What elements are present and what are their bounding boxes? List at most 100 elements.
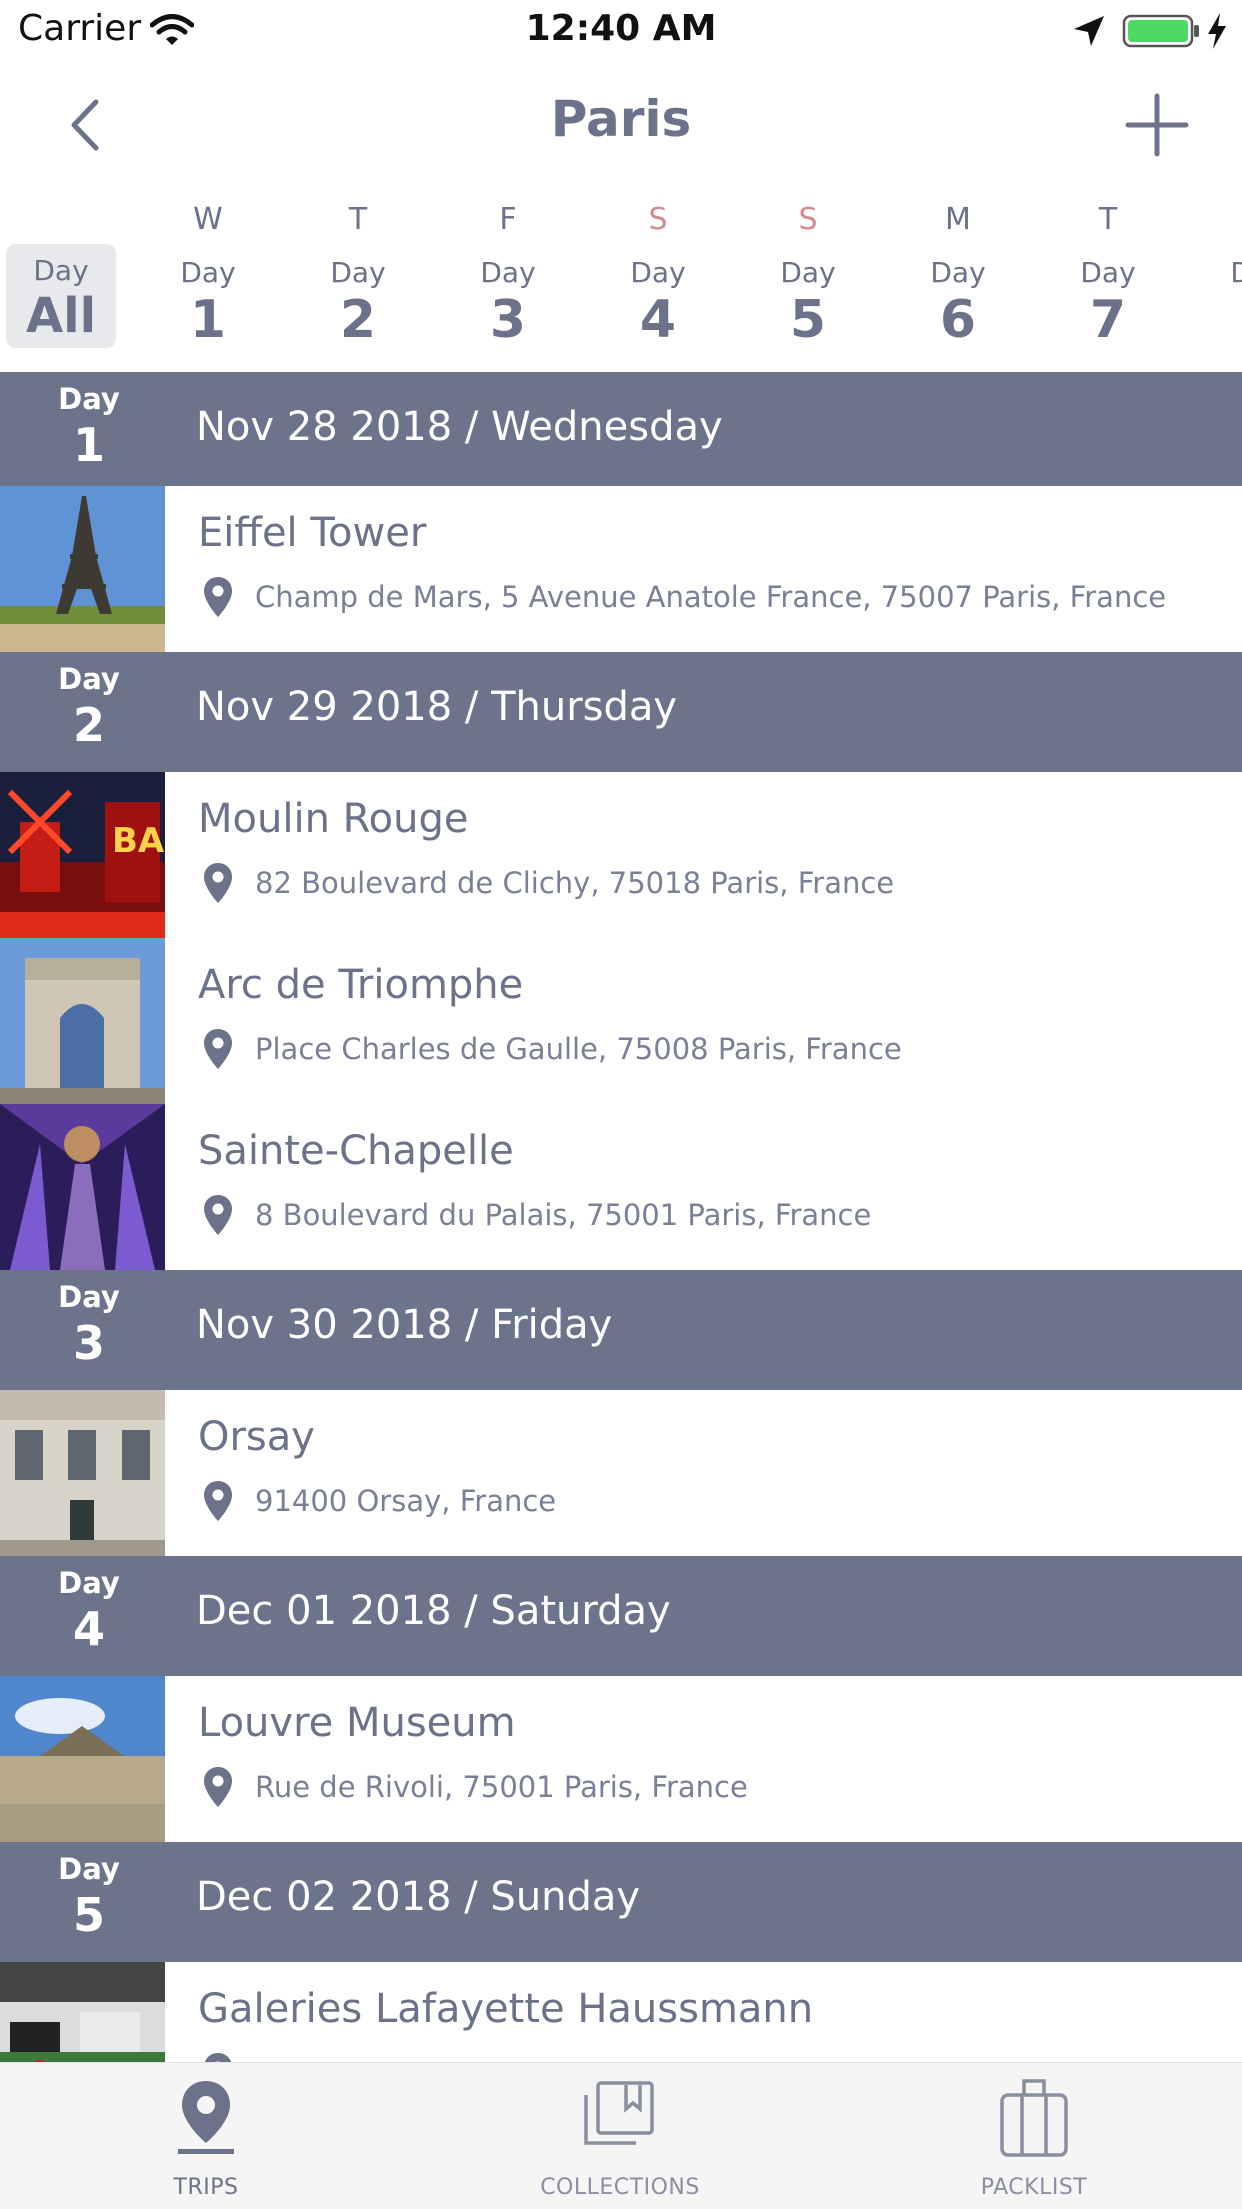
place-name: Galeries Lafayette Haussmann [198, 1986, 814, 2032]
day-section-header: Day 2 Nov 29 2018 / Thursday [0, 652, 1242, 772]
day-tab-6[interactable]: M Day 6 [888, 190, 1028, 372]
location-pin-icon [203, 576, 233, 622]
day-tab-5[interactable]: S Day 5 [738, 190, 878, 372]
day-header-date: Dec 01 2018 / Saturday [196, 1588, 671, 1634]
tab-packlist[interactable]: PACKLIST [934, 2063, 1134, 2209]
day-tab-number: 1 [189, 290, 227, 350]
clock: 12:40 AM [525, 8, 717, 49]
day-tab-label: Day [180, 256, 236, 289]
place-name: Moulin Rouge [198, 796, 469, 842]
bookmark-stack-icon [580, 2077, 660, 2155]
day-selector: Day All W Day 1 T Day 2 F Day 3 S Day 4 S Day 5 M Day 6 T D… [0, 190, 1242, 372]
place-row[interactable]: Sainte-Chapelle 8 Boulevard du Palais, 75… [0, 1104, 1242, 1272]
day-header-label: Day [58, 662, 120, 696]
location-pin-icon [203, 1028, 233, 1074]
place-photo [0, 1104, 165, 1270]
day-header-date: Nov 29 2018 / Thursday [196, 684, 678, 730]
battery-icon [1122, 14, 1199, 48]
day-header-number: 3 [72, 1316, 105, 1370]
itinerary-list[interactable]: Day 1 Nov 28 2018 / Wednesday Eiffel Tower C… [0, 372, 1242, 2062]
place-row[interactable]: Louvre Museum Rue de Rivoli, 75001 Paris,… [0, 1676, 1242, 1844]
add-icon[interactable] [1124, 92, 1190, 158]
day-tab-label: Day [1230, 256, 1242, 289]
tab-trips[interactable]: TRIPS [106, 2063, 306, 2209]
suitcase-icon [996, 2077, 1072, 2163]
status-bar: Carrier 12:40 AM [0, 0, 1242, 62]
tab-label: PACKLIST [980, 2175, 1088, 2200]
location-pin-icon [203, 2052, 233, 2062]
day-header-date: Dec 02 2018 / Sunday [196, 1874, 641, 1920]
day-tab-label: Day [630, 256, 686, 289]
day-header-label: Day [58, 1280, 120, 1314]
weekday-letter: F [499, 202, 517, 237]
day-all-value: All [25, 288, 97, 344]
place-row[interactable]: Orsay 91400 Orsay, France [0, 1390, 1242, 1558]
day-header-date: Nov 28 2018 / Wednesday [196, 404, 723, 450]
place-name: Eiffel Tower [198, 510, 427, 556]
weekday-letter: T [348, 202, 368, 237]
day-tab-number: 2 [339, 290, 377, 350]
day-tab-7[interactable]: T Day 7 [1038, 190, 1178, 372]
day-header-number: 5 [72, 1888, 105, 1942]
day-tab-number: 6 [939, 290, 977, 350]
day-tab-label: Day [1080, 256, 1136, 289]
day-header-number: 1 [72, 418, 105, 472]
svg-text:BA: BA [112, 821, 165, 861]
location-arrow-icon [1074, 16, 1104, 46]
day-section-header: Day 1 Nov 28 2018 / Wednesday [0, 372, 1242, 486]
day-tab-label: Day [780, 256, 836, 289]
weekday-letter: S [648, 202, 668, 237]
day-tab-label: Day [930, 256, 986, 289]
tab-label: TRIPS [173, 2175, 239, 2200]
place-photo [0, 1962, 165, 2062]
tab-collections[interactable]: COLLECTIONS [520, 2063, 720, 2209]
map-pin-icon [174, 2077, 238, 2161]
day-tab-1[interactable]: W Day 1 [138, 190, 278, 372]
place-name: Louvre Museum [198, 1700, 516, 1746]
day-all-label: Day [33, 254, 89, 287]
place-photo [0, 938, 165, 1104]
place-row[interactable]: Eiffel Tower Champ de Mars, 5 Avenue Anat… [0, 486, 1242, 654]
day-header-date: Nov 30 2018 / Friday [196, 1302, 613, 1348]
page-title: Paris [550, 90, 692, 148]
day-header-label: Day [58, 1852, 120, 1886]
day-tab-4[interactable]: S Day 4 [588, 190, 728, 372]
day-tab-2[interactable]: T Day 2 [288, 190, 428, 372]
day-tab-number: 5 [789, 290, 827, 350]
place-address: 82 Boulevard de Clichy, 75018 Paris, Fra… [255, 866, 895, 900]
day-header-label: Day [58, 1566, 120, 1600]
place-name: Arc de Triomphe [198, 962, 524, 1008]
day-tab-label: Day [330, 256, 386, 289]
weekday-letter: M [945, 202, 971, 237]
day-header-number: 4 [72, 1602, 105, 1656]
tab-bar: TRIPS COLLECTIONS PACKLIST [0, 2062, 1242, 2209]
day-tab-number: 7 [1089, 290, 1127, 350]
weekday-letter: S [798, 202, 818, 237]
day-tab-label: Day [480, 256, 536, 289]
day-section-header: Day 5 Dec 02 2018 / Sunday [0, 1842, 1242, 1962]
day-section-header: Day 3 Nov 30 2018 / Friday [0, 1270, 1242, 1390]
place-address: Rue de Rivoli, 75001 Paris, France [255, 1770, 748, 1804]
place-address: Place Charles de Gaulle, 75008 Paris, Fr… [255, 1032, 902, 1066]
location-pin-icon [203, 1480, 233, 1526]
place-photo [0, 486, 165, 652]
place-address: 8 Boulevard du Palais, 75001 Paris, Fran… [255, 1198, 872, 1232]
location-pin-icon [203, 1766, 233, 1812]
navigation-bar: Paris [0, 62, 1242, 188]
day-tab-3[interactable]: F Day 3 [438, 190, 578, 372]
location-pin-icon [203, 1194, 233, 1240]
day-tab-more[interactable]: Day [1188, 190, 1242, 372]
place-address: 91400 Orsay, France [255, 1484, 557, 1518]
place-row[interactable]: BA Moulin Rouge 82 Boulevard de Clichy, 75… [0, 772, 1242, 940]
tab-label: COLLECTIONS [540, 2175, 700, 2200]
place-photo: BA [0, 772, 165, 938]
place-address: Champ de Mars, 5 Avenue Anatole France, … [255, 580, 1167, 614]
place-photo [0, 1676, 165, 1842]
place-row[interactable]: Arc de Triomphe Place Charles de Gaulle, … [0, 938, 1242, 1106]
place-row[interactable]: Galeries Lafayette Haussmann [0, 1962, 1242, 2062]
day-tab-number: 3 [489, 290, 527, 350]
place-photo [0, 1390, 165, 1556]
day-tab-number: 4 [639, 290, 677, 350]
day-header-label: Day [58, 382, 120, 416]
day-all-button[interactable]: Day All [6, 244, 116, 348]
